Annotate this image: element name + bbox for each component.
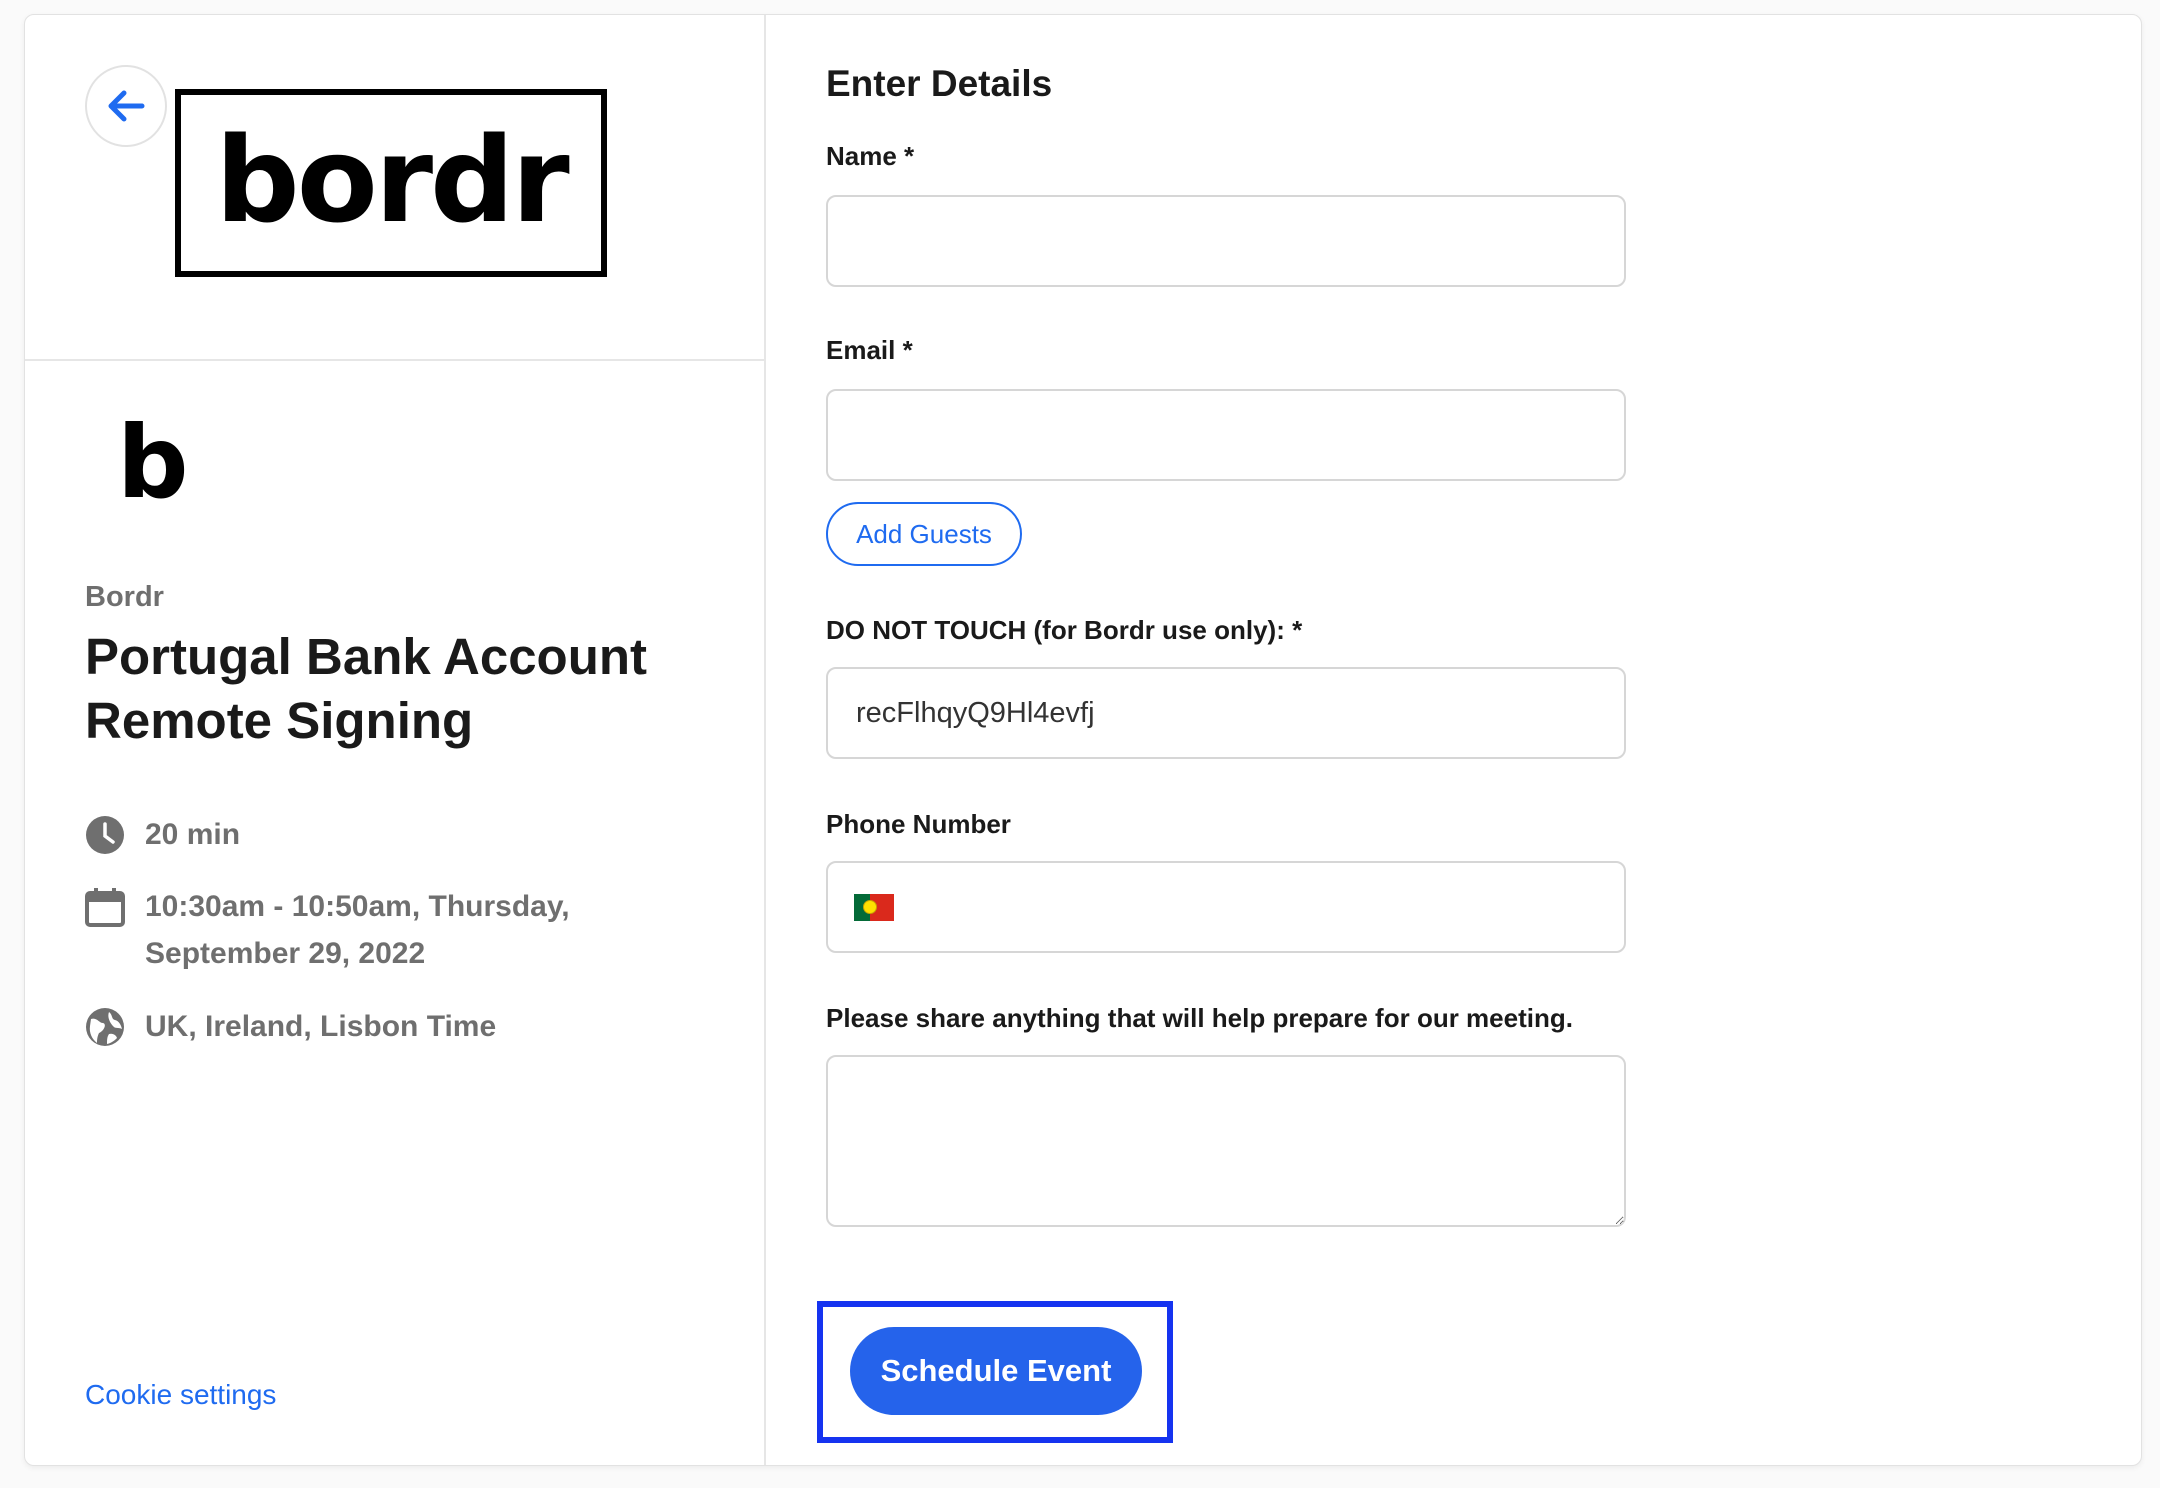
notes-label: Please share anything that will help pre… bbox=[826, 1003, 1573, 1033]
org-name: Bordr bbox=[85, 581, 164, 613]
notes-textarea[interactable] bbox=[826, 1055, 1626, 1227]
clock-icon bbox=[86, 816, 124, 854]
back-arrow-icon bbox=[108, 90, 145, 122]
email-input[interactable] bbox=[826, 389, 1626, 481]
timezone-text: UK, Ireland, Lisbon Time bbox=[145, 1010, 497, 1043]
name-label: Name * bbox=[826, 141, 915, 171]
event-sidebar: bordr b Bordr Portugal Bank Account Remo… bbox=[25, 15, 766, 1465]
phone-label: Phone Number bbox=[826, 809, 1011, 839]
back-button[interactable] bbox=[85, 65, 167, 147]
add-guests-button[interactable]: Add Guests bbox=[826, 502, 1022, 566]
globe-icon bbox=[86, 1008, 124, 1046]
cookie-settings-link[interactable]: Cookie settings bbox=[85, 1379, 276, 1411]
datetime-text: 10:30am - 10:50am, Thursday, September 2… bbox=[145, 890, 570, 970]
form-title: Enter Details bbox=[826, 63, 1053, 104]
event-title: Portugal Bank Account Remote Signing bbox=[85, 628, 647, 749]
logo-header: bordr bbox=[25, 15, 764, 361]
email-label: Email * bbox=[826, 335, 913, 365]
schedule-event-button[interactable]: Schedule Event bbox=[850, 1327, 1142, 1415]
calendar-icon bbox=[85, 888, 125, 927]
phone-input[interactable] bbox=[826, 861, 1626, 953]
name-input[interactable] bbox=[826, 195, 1626, 287]
datetime-detail: 10:30am - 10:50am, Thursday, September 2… bbox=[85, 887, 615, 977]
org-logo: b bbox=[117, 404, 189, 521]
brand-logo: bordr bbox=[175, 89, 607, 277]
timezone-detail: UK, Ireland, Lisbon Time bbox=[85, 1007, 615, 1050]
brand-wordmark: bordr bbox=[215, 111, 569, 249]
details-form: Enter Details Name * Email * Add Guests … bbox=[766, 15, 2141, 1465]
portugal-flag-icon[interactable] bbox=[854, 893, 894, 921]
duration-text: 20 min bbox=[145, 818, 241, 851]
booking-card: bordr b Bordr Portugal Bank Account Remo… bbox=[24, 14, 2142, 1466]
internal-id-label: DO NOT TOUCH (for Bordr use only): * bbox=[826, 615, 1303, 645]
duration-detail: 20 min bbox=[85, 815, 615, 858]
internal-id-input[interactable] bbox=[826, 667, 1626, 759]
